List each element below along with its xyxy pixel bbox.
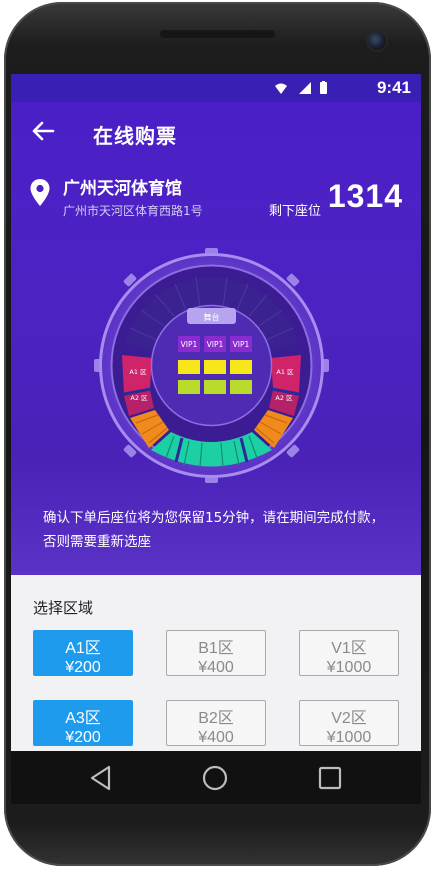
status-time: 9:41 — [376, 78, 411, 97]
vip-label-1: VIP1 — [181, 340, 198, 349]
top-app-bar: 在线购票 — [11, 102, 421, 162]
screen: 9:41 在线购票 广州天河体育馆 广州市天河区体育西路1号 剩下座位 1314 — [11, 74, 421, 751]
zone-name: V1区 — [331, 640, 367, 657]
region-title: 选择区域 — [33, 599, 94, 617]
wifi-icon — [275, 83, 287, 94]
zone-a3-button[interactable]: A3区 ¥200 — [33, 700, 133, 746]
floor-yellow-2[interactable] — [204, 360, 226, 374]
battery-icon — [320, 81, 327, 94]
signal-icon — [299, 82, 311, 94]
system-nav-bar — [11, 751, 421, 804]
speaker-grille — [160, 30, 275, 38]
status-bar: 9:41 — [11, 74, 421, 102]
remaining-seats-count: 1314 — [327, 178, 403, 214]
stadium-seat-map[interactable]: 舞台 VIP1 VIP1 VIP1 A1 区 A2 区 A1 区 A2 区 — [94, 248, 329, 483]
zone-name: B1区 — [198, 640, 234, 657]
floor-green-3[interactable] — [230, 380, 252, 394]
floor-green-2[interactable] — [204, 380, 226, 394]
page-title: 在线购票 — [93, 124, 177, 148]
floor-yellow-1[interactable] — [178, 360, 200, 374]
venue-name: 广州天河体育馆 — [63, 179, 182, 199]
zone-a1-button[interactable]: A1区 ¥200 — [33, 630, 133, 676]
section-label-a2-left: A2 区 — [130, 394, 148, 402]
section-label-a1-right: A1 区 — [276, 368, 294, 376]
arrow-left-icon[interactable] — [29, 116, 59, 146]
zone-name: A1区 — [65, 640, 101, 657]
square-recent-icon[interactable] — [316, 764, 344, 792]
zone-price: ¥200 — [65, 659, 101, 676]
zone-price: ¥1000 — [326, 659, 372, 676]
zone-price: ¥400 — [198, 729, 234, 746]
zone-name: A3区 — [65, 710, 101, 727]
triangle-back-icon[interactable] — [87, 764, 115, 792]
zone-price: ¥1000 — [326, 729, 372, 746]
status-icons — [275, 81, 327, 94]
floor-green-1[interactable] — [178, 380, 200, 394]
zone-b1-button[interactable]: B1区 ¥400 — [166, 630, 266, 676]
zone-price: ¥200 — [65, 729, 101, 746]
venue-address: 广州市天河区体育西路1号 — [63, 204, 203, 218]
zone-name: B2区 — [198, 710, 234, 727]
vip-row: VIP1 VIP1 VIP1 — [178, 336, 252, 352]
location-pin-icon — [30, 179, 50, 206]
vip-label-3: VIP1 — [233, 340, 250, 349]
zone-v2-button[interactable]: V2区 ¥1000 — [299, 700, 399, 746]
section-label-a1-left: A1 区 — [129, 368, 147, 376]
reservation-notice: 确认下单后座位将为您保留15分钟，请在期间完成付款，否则需要重新选座 — [43, 510, 385, 550]
stage-label: 舞台 — [204, 312, 220, 322]
section-label-a2-right: A2 区 — [275, 394, 293, 402]
zone-v1-button[interactable]: V1区 ¥1000 — [299, 630, 399, 676]
venue-info: 广州天河体育馆 广州市天河区体育西路1号 剩下座位 1314 — [11, 170, 421, 230]
vip-label-2: VIP1 — [207, 340, 224, 349]
region-selector: 选择区域 A1区 ¥200 B1区 ¥400 V1区 ¥1000 A3区 ¥20… — [11, 575, 421, 751]
remaining-seats-label: 剩下座位 — [269, 204, 322, 219]
front-camera — [368, 32, 386, 50]
phone-frame: 9:41 在线购票 广州天河体育馆 广州市天河区体育西路1号 剩下座位 1314 — [0, 0, 435, 870]
ticket-hero: 在线购票 广州天河体育馆 广州市天河区体育西路1号 剩下座位 1314 舞台 V… — [11, 102, 421, 575]
zone-b2-button[interactable]: B2区 ¥400 — [166, 700, 266, 746]
zone-name: V2区 — [331, 710, 367, 727]
floor-yellow-3[interactable] — [230, 360, 252, 374]
zone-price: ¥400 — [198, 659, 234, 676]
circle-home-icon[interactable] — [201, 764, 229, 792]
